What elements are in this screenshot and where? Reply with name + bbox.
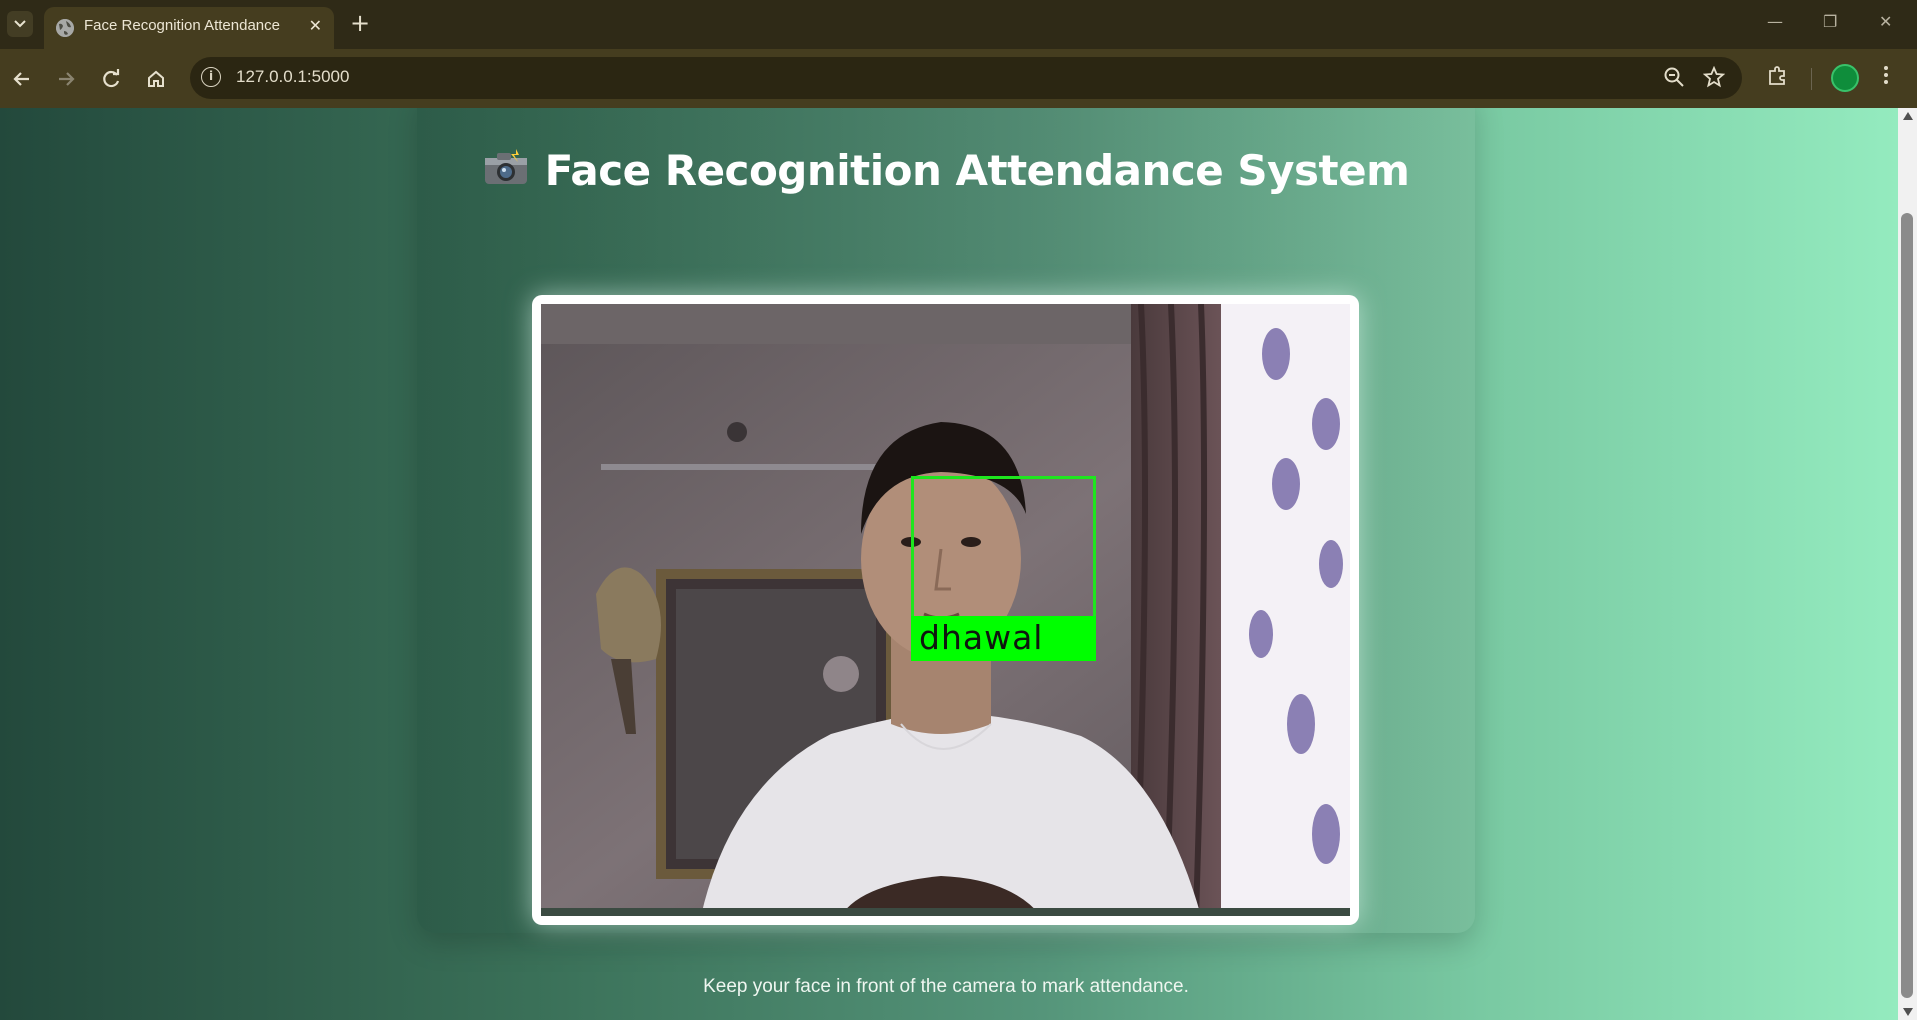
browser-tab[interactable]: Face Recognition Attendance ✕ — [44, 7, 334, 49]
tab-search-chevron-down-icon[interactable] — [7, 11, 33, 37]
zoom-out-icon[interactable] — [1663, 66, 1685, 93]
scroll-thumb[interactable] — [1901, 213, 1913, 998]
detected-name-label: dhawal — [911, 616, 1096, 661]
scroll-up-arrow-icon[interactable] — [1903, 112, 1913, 120]
site-info-icon[interactable]: i — [201, 67, 221, 87]
detected-name: dhawal — [919, 618, 1044, 657]
back-arrow-left-icon[interactable] — [8, 65, 36, 93]
instruction-text: Keep your face in front of the camera to… — [703, 976, 1189, 997]
toolbar-divider — [1811, 68, 1812, 90]
forward-arrow-right-icon[interactable] — [52, 65, 80, 93]
reload-icon[interactable] — [97, 65, 125, 93]
tab-strip: Face Recognition Attendance ✕ + — ❐ ✕ — [0, 0, 1917, 49]
url-text[interactable]: 127.0.0.1:5000 — [236, 67, 349, 87]
title-row: Face Recognition Attendance System — [417, 146, 1475, 195]
new-tab-plus-icon[interactable]: + — [350, 10, 370, 36]
extensions-puzzle-icon[interactable] — [1766, 63, 1790, 92]
scroll-down-arrow-icon[interactable] — [1903, 1008, 1913, 1016]
restore-icon[interactable]: ❐ — [1823, 12, 1837, 31]
profile-avatar[interactable] — [1831, 64, 1859, 92]
camera-flash-icon — [483, 148, 529, 186]
page-scrollbar[interactable] — [1898, 108, 1917, 1020]
minimize-icon[interactable]: — — [1767, 12, 1783, 31]
camera-feed: dhawal — [541, 304, 1350, 916]
browser-toolbar: i 127.0.0.1:5000 — [0, 49, 1917, 108]
window-close-icon[interactable]: ✕ — [1879, 12, 1892, 31]
page-title: Face Recognition Attendance System — [544, 146, 1410, 195]
page-viewport: Face Recognition Attendance System dhawa… — [0, 108, 1898, 1020]
address-bar[interactable]: i 127.0.0.1:5000 — [190, 57, 1742, 99]
tab-title: Face Recognition Attendance — [84, 17, 280, 34]
kebab-menu-icon[interactable] — [1880, 63, 1892, 92]
home-icon[interactable] — [142, 65, 170, 93]
attendance-card: Face Recognition Attendance System dhawa… — [417, 108, 1475, 997]
tab-close-icon[interactable]: ✕ — [309, 17, 322, 35]
globe-icon — [56, 19, 74, 37]
video-frame: dhawal — [532, 295, 1359, 925]
bookmark-star-icon[interactable] — [1702, 65, 1726, 93]
